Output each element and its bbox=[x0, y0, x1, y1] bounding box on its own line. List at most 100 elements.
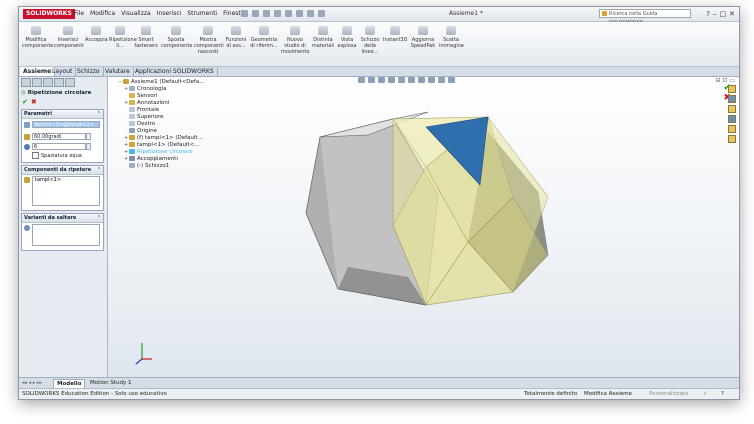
instances-spinner[interactable] bbox=[86, 143, 91, 150]
cancel-button[interactable]: ✖ bbox=[31, 98, 37, 106]
options-icon[interactable] bbox=[318, 10, 325, 17]
components-list-item[interactable]: tampl<1> bbox=[35, 177, 61, 183]
show-hidden-components-button[interactable]: Mostra componenti nascosti bbox=[194, 26, 224, 55]
appearances-icon[interactable] bbox=[728, 125, 736, 133]
menu-file[interactable]: File bbox=[74, 9, 84, 19]
collapse-icon[interactable]: ⌃ bbox=[97, 110, 101, 118]
bill-of-materials-button[interactable]: Distinta materiali bbox=[311, 26, 335, 49]
skip-instances-header[interactable]: Varianti da saltare ⌃ bbox=[22, 214, 103, 223]
pm-title: ◎ Ripetizione circolare bbox=[21, 90, 92, 96]
explode-line-sketch-button[interactable]: Schizzo delle linee... bbox=[359, 26, 381, 55]
insert-components-button[interactable]: Inserisci componenti bbox=[54, 26, 84, 49]
smart-fasteners-button[interactable]: Smart fasteners bbox=[133, 26, 159, 49]
units-icon[interactable]: ? bbox=[721, 389, 724, 399]
move-component-button[interactable]: Sposta componente bbox=[161, 26, 192, 49]
tree-item-part[interactable]: + tampl<1> (Default<... bbox=[124, 142, 199, 149]
angle-icon bbox=[24, 134, 30, 140]
insert-components-icon bbox=[63, 26, 73, 35]
open-icon[interactable] bbox=[252, 10, 259, 17]
menu-visualizza[interactable]: Visualizza bbox=[121, 9, 151, 19]
tree-item-sketch[interactable]: (-) Schizzo1 bbox=[124, 163, 169, 170]
new-motion-study-button[interactable]: Nuovo studio di movimento bbox=[281, 26, 309, 55]
origin-icon bbox=[129, 128, 135, 133]
custom-properties-icon[interactable] bbox=[728, 135, 736, 143]
ok-button[interactable]: ✔ bbox=[22, 98, 28, 106]
menu-strumenti[interactable]: Strumenti bbox=[187, 9, 217, 19]
tree-item-annotations[interactable]: + Annotazioni bbox=[124, 100, 169, 107]
instances-icon bbox=[24, 144, 30, 150]
take-snapshot-button[interactable]: Scatta immagine bbox=[439, 26, 464, 49]
assembly-features-button[interactable]: Funzioni di ass... bbox=[224, 26, 248, 49]
pattern-axis-field[interactable]: Vertice<1>@tampl<1> bbox=[32, 121, 100, 128]
angle-input[interactable]: 60.00gradi bbox=[32, 133, 86, 140]
linear-pattern-button[interactable]: Ripetizione li... bbox=[109, 26, 137, 49]
components-header[interactable]: Componenti da ripetere ⌃ bbox=[22, 166, 103, 175]
rebuild-status-icon[interactable]: ✓ bbox=[703, 389, 708, 399]
tab-layout[interactable]: Layout bbox=[49, 67, 77, 76]
rebuild-icon[interactable] bbox=[307, 10, 314, 17]
command-manager-tabs: Assieme Layout Schizzo Valutare Applicaz… bbox=[19, 67, 739, 77]
collapse-icon[interactable]: ⌃ bbox=[97, 166, 101, 174]
save-icon[interactable] bbox=[263, 10, 270, 17]
restore-button[interactable]: □ bbox=[720, 9, 727, 19]
tree-item-circular-pattern[interactable]: + Ripetizione circolare bbox=[124, 149, 193, 156]
dimxpert-tab-icon[interactable] bbox=[54, 78, 64, 87]
solidworks-logo[interactable]: SOLIDWORKS bbox=[23, 9, 75, 19]
new-icon[interactable] bbox=[241, 10, 248, 17]
tab-schizzo[interactable]: Schizzo bbox=[74, 67, 104, 76]
tab-scroll-arrows[interactable]: ◂◂ ◂ ▸ ▸▸ bbox=[22, 380, 42, 386]
tree-item-assembly[interactable]: − Assieme1 (Default<Defa... bbox=[118, 79, 204, 86]
menu-modifica[interactable]: Modifica bbox=[90, 9, 115, 19]
solidworks-window: SOLIDWORKS File Modifica Visualizza Inse… bbox=[18, 6, 740, 400]
select-icon[interactable] bbox=[296, 10, 303, 17]
configuration-manager-tab-icon[interactable] bbox=[43, 78, 53, 87]
feature-manager-tab-icon[interactable] bbox=[21, 78, 31, 87]
equal-spacing-box[interactable] bbox=[32, 152, 39, 159]
parameters-header[interactable]: Parametri ⌃ bbox=[22, 110, 103, 119]
file-explorer-icon[interactable] bbox=[728, 105, 736, 113]
tree-item-right-plane[interactable]: Destro bbox=[124, 121, 155, 128]
tab-valutare[interactable]: Valutare bbox=[102, 67, 134, 76]
tab-modello[interactable]: Modello bbox=[53, 379, 86, 388]
minimize-button[interactable]: – bbox=[713, 9, 717, 19]
tree-item-origin[interactable]: Origine bbox=[124, 128, 157, 135]
close-button[interactable]: ✕ bbox=[729, 9, 735, 19]
exploded-view-button[interactable]: Vista esplosa bbox=[337, 26, 357, 49]
equal-spacing-checkbox[interactable]: Spaziatura equa bbox=[32, 152, 82, 160]
status-custom[interactable]: Personalizzato bbox=[649, 389, 689, 399]
display-manager-tab-icon[interactable] bbox=[65, 78, 75, 87]
property-manager-tab-icon[interactable] bbox=[32, 78, 42, 87]
menu-inserisci[interactable]: Inserisci bbox=[157, 9, 182, 19]
help-search-input[interactable]: Ricerca nella Guida SOLIDWORKS bbox=[599, 9, 691, 26]
task-pane-tabs bbox=[728, 85, 737, 145]
resources-icon[interactable] bbox=[728, 85, 736, 93]
help-icon[interactable]: ? bbox=[706, 9, 710, 19]
tree-item-sensors[interactable]: Sensori bbox=[124, 93, 157, 100]
tree-item-top-plane[interactable]: Superiore bbox=[124, 114, 164, 121]
tree-item-mates[interactable]: + Accoppiamenti bbox=[124, 156, 178, 163]
reference-geometry-button[interactable]: Geometria di riferim... bbox=[250, 26, 278, 49]
collapse-icon[interactable]: ⌃ bbox=[97, 214, 101, 222]
tab-motion-study[interactable]: Motion Study 1 bbox=[87, 379, 135, 387]
parameters-group: Parametri ⌃ Vertice<1>@tampl<1> 60.00grad… bbox=[21, 109, 104, 163]
instant3d-button[interactable]: Instant3D bbox=[383, 26, 407, 43]
view-palette-icon[interactable] bbox=[728, 115, 736, 123]
design-library-icon[interactable] bbox=[728, 95, 736, 103]
undo-icon[interactable] bbox=[285, 10, 292, 17]
angle-spinner[interactable] bbox=[86, 133, 91, 140]
graphics-area[interactable]: ⊟ ⊡ ▭ ✔ bbox=[108, 77, 739, 377]
print-icon[interactable] bbox=[274, 10, 281, 17]
update-speedpak-button[interactable]: Aggiorna SpeedPak bbox=[409, 26, 437, 49]
instances-input[interactable]: 6 bbox=[32, 143, 86, 150]
assembly-features-icon bbox=[231, 26, 241, 35]
skip-instances-list[interactable] bbox=[32, 224, 100, 246]
tree-item-front-plane[interactable]: Frontale bbox=[124, 107, 159, 114]
edit-component-button[interactable]: Modifica componente bbox=[22, 26, 53, 49]
tree-item-part-fixed[interactable]: + (f) tampl<1> (Default... bbox=[124, 135, 203, 142]
mate-button[interactable]: Accoppia bbox=[85, 26, 108, 43]
menu-bar: File Modifica Visualizza Inserisci Strum… bbox=[74, 9, 256, 19]
model-view bbox=[135, 111, 549, 365]
components-list[interactable]: tampl<1> bbox=[32, 176, 100, 206]
tab-applicazioni[interactable]: Applicazioni SOLIDWORKS bbox=[132, 67, 218, 76]
tree-item-history[interactable]: + Cronologia bbox=[124, 86, 166, 93]
